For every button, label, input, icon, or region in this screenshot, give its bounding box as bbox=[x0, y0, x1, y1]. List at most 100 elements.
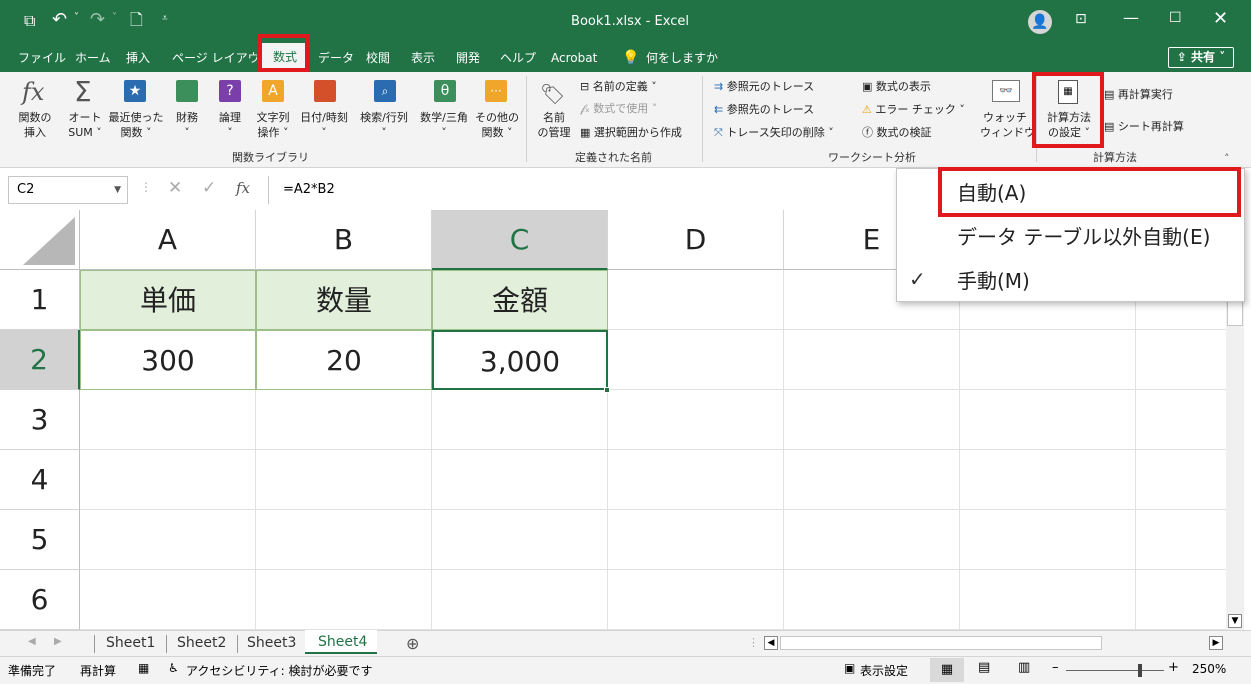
vertical-scroll-thumb[interactable] bbox=[1227, 300, 1243, 326]
tab-acrobat[interactable]: Acrobat bbox=[551, 44, 597, 72]
text-button[interactable]: 文字列 操作 ˅ bbox=[252, 110, 294, 140]
horizontal-scroll-thumb[interactable] bbox=[780, 636, 1102, 650]
cell-b2[interactable]: 20 bbox=[256, 330, 432, 390]
lightbulb-icon[interactable]: 💡 bbox=[622, 44, 639, 72]
close-icon[interactable]: ✕ bbox=[1213, 8, 1228, 29]
menu-item-automatic-except-tables[interactable]: データ テーブル以外自動(E) bbox=[897, 215, 1244, 259]
share-button[interactable]: ⇪ 共有 ˅ bbox=[1168, 47, 1234, 68]
insert-function-button[interactable]: 関数の 挿入 bbox=[12, 110, 58, 140]
menu-item-manual[interactable]: 手動(M) bbox=[897, 259, 1244, 303]
row-header-5[interactable]: 5 bbox=[0, 510, 80, 570]
insert-function-icon[interactable]: fx bbox=[236, 179, 250, 197]
financial-icon[interactable] bbox=[176, 80, 198, 102]
undo-icon[interactable]: ↶ bbox=[52, 9, 67, 30]
page-layout-view-icon[interactable]: ▤ bbox=[978, 660, 990, 675]
tab-view[interactable]: 表示 bbox=[411, 44, 435, 72]
zoom-slider-thumb[interactable] bbox=[1138, 664, 1142, 677]
datetime-icon[interactable] bbox=[314, 80, 336, 102]
evaluate-formula-button[interactable]: ⓕ 数式の検証 bbox=[862, 124, 932, 140]
autosave-icon[interactable]: ⧉ bbox=[24, 11, 35, 31]
redo-icon[interactable]: ↷ bbox=[90, 9, 105, 30]
undo-dropdown-icon[interactable]: ˅ bbox=[74, 12, 79, 23]
display-settings-icon[interactable]: ▣ bbox=[844, 661, 855, 675]
zoom-in-icon[interactable]: + bbox=[1168, 660, 1179, 675]
name-tag-icon[interactable]: 🏷 bbox=[540, 82, 565, 106]
row-header-4[interactable]: 4 bbox=[0, 450, 80, 510]
sheet-tab-2[interactable]: Sheet2 bbox=[177, 631, 226, 655]
ribbon-display-icon[interactable]: ⊡ bbox=[1075, 11, 1087, 27]
autosum-button[interactable]: オート SUM ˅ bbox=[62, 110, 108, 140]
zoom-level[interactable]: 250% bbox=[1192, 662, 1226, 676]
sheet-tab-3[interactable]: Sheet3 bbox=[247, 631, 296, 655]
lookup-button[interactable]: 検索/行列 ˅ bbox=[356, 110, 412, 140]
accessibility-icon[interactable]: ♿ bbox=[168, 661, 179, 675]
watch-window-button[interactable]: ウォッチ ウィンドウ bbox=[980, 110, 1035, 140]
star-book-icon[interactable]: ★ bbox=[124, 80, 146, 102]
remove-arrows-button[interactable]: ⤧ トレース矢印の削除 ˅ bbox=[714, 124, 834, 140]
page-break-view-icon[interactable]: ▥ bbox=[1018, 660, 1030, 675]
math-button[interactable]: 数学/三角 ˅ bbox=[414, 110, 474, 140]
column-header-b[interactable]: B bbox=[256, 210, 432, 270]
chevron-down-icon[interactable]: ▼ bbox=[114, 177, 121, 203]
column-header-a[interactable]: A bbox=[80, 210, 256, 270]
tab-file[interactable]: ファイル bbox=[18, 44, 66, 72]
row-header-2[interactable]: 2 bbox=[0, 330, 80, 390]
minimize-icon[interactable]: — bbox=[1123, 8, 1139, 27]
next-sheet-icon[interactable]: ▶ bbox=[54, 636, 62, 647]
redo-dropdown-icon[interactable]: ˅ bbox=[112, 12, 117, 23]
calculate-sheet-button[interactable]: ▤ シート再計算 bbox=[1104, 118, 1184, 134]
fill-handle[interactable] bbox=[604, 387, 610, 393]
error-checking-button[interactable]: ⚠ エラー チェック ˅ bbox=[862, 101, 965, 117]
column-header-c[interactable]: C bbox=[432, 210, 608, 270]
logical-icon[interactable]: ? bbox=[219, 80, 241, 102]
tab-review[interactable]: 校閲 bbox=[366, 44, 390, 72]
enter-icon[interactable]: ✓ bbox=[202, 178, 216, 198]
sheet-tab-1[interactable]: Sheet1 bbox=[106, 631, 155, 655]
more-functions-icon[interactable]: ··· bbox=[485, 80, 507, 102]
scroll-down-icon[interactable]: ▼ bbox=[1228, 614, 1242, 628]
select-all-button[interactable] bbox=[0, 210, 80, 270]
tab-help[interactable]: ヘルプ bbox=[500, 44, 536, 72]
scroll-left-icon[interactable]: ◀ bbox=[764, 636, 778, 650]
row-header-3[interactable]: 3 bbox=[0, 390, 80, 450]
accessibility-status[interactable]: アクセシビリティ: 検討が必要です bbox=[186, 662, 373, 679]
display-settings-button[interactable]: 表示設定 bbox=[860, 662, 908, 679]
name-manager-button[interactable]: 名前 の管理 bbox=[534, 110, 574, 140]
cancel-icon[interactable]: ✕ bbox=[168, 178, 182, 198]
zoom-out-icon[interactable]: – bbox=[1052, 660, 1059, 675]
cell-a2[interactable]: 300 bbox=[80, 330, 256, 390]
cell-c2-selected[interactable]: 3,000 bbox=[432, 330, 608, 390]
tell-me-search[interactable]: 何をしますか bbox=[646, 44, 718, 72]
column-header-d[interactable]: D bbox=[608, 210, 784, 270]
define-name-button[interactable]: ⊟ 名前の定義 ˅ bbox=[580, 78, 657, 94]
math-icon[interactable]: θ bbox=[434, 80, 456, 102]
financial-button[interactable]: 財務 ˅ bbox=[168, 110, 206, 140]
macro-record-icon[interactable]: ▦ bbox=[138, 661, 149, 675]
trace-dependents-button[interactable]: ⇇ 参照先のトレース bbox=[714, 101, 814, 117]
collapse-ribbon-icon[interactable]: ˄ bbox=[1224, 152, 1230, 165]
normal-view-icon[interactable]: ▦ bbox=[930, 658, 964, 682]
calculate-now-button[interactable]: ▤ 再計算実行 bbox=[1104, 86, 1173, 102]
cell-c1[interactable]: 金額 bbox=[432, 270, 608, 330]
qat-customize-icon[interactable]: ⩡ bbox=[162, 13, 168, 24]
name-box[interactable]: C2 ▼ bbox=[8, 176, 128, 204]
maximize-icon[interactable]: ☐ bbox=[1169, 10, 1182, 26]
sigma-icon[interactable]: Σ bbox=[74, 75, 92, 108]
tab-insert[interactable]: 挿入 bbox=[126, 44, 150, 72]
zoom-slider[interactable] bbox=[1066, 664, 1164, 677]
lookup-icon[interactable]: ⌕ bbox=[374, 80, 396, 102]
formula-input[interactable]: =A2*B2 bbox=[268, 176, 898, 204]
sheet-tab-4-active[interactable]: Sheet4 bbox=[305, 630, 377, 654]
fx-icon[interactable]: fx bbox=[22, 78, 44, 106]
create-from-selection-button[interactable]: ▦ 選択範囲から作成 bbox=[580, 124, 682, 140]
recent-functions-button[interactable]: 最近使った 関数 ˅ bbox=[108, 110, 164, 140]
tab-home[interactable]: ホーム bbox=[75, 44, 111, 72]
add-sheet-icon[interactable]: ⊕ bbox=[406, 634, 419, 653]
preview-icon[interactable]: 🗋 bbox=[130, 9, 143, 36]
tab-developer[interactable]: 開発 bbox=[456, 44, 480, 72]
split-handle[interactable]: ⋮ bbox=[748, 636, 759, 649]
text-icon[interactable]: A bbox=[262, 80, 284, 102]
prev-sheet-icon[interactable]: ◀ bbox=[28, 636, 36, 647]
logical-button[interactable]: 論理 ˅ bbox=[212, 110, 248, 140]
use-in-formula-button[interactable]: 𝒻ₓ 数式で使用 ˅ bbox=[580, 100, 657, 116]
